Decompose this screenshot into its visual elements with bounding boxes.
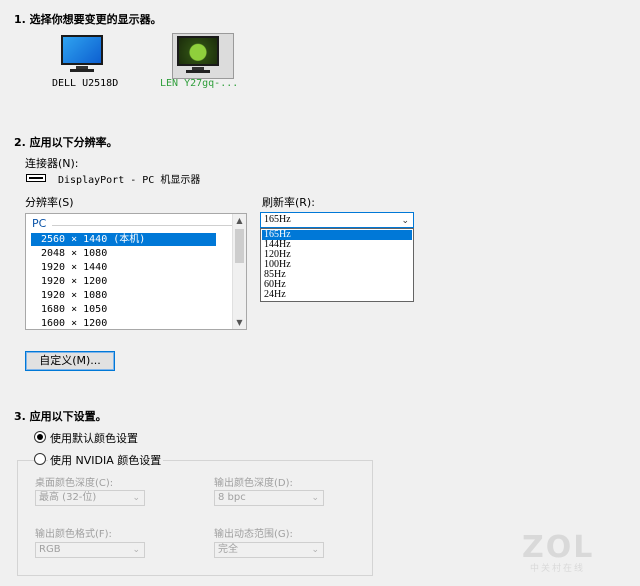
dynamic-range-value: 完全: [218, 544, 238, 555]
output-format-value: RGB: [39, 544, 61, 555]
refresh-option[interactable]: 24Hz: [262, 290, 412, 300]
resolution-item[interactable]: 2048 × 1080: [31, 247, 216, 260]
scroll-up-icon[interactable]: ▲: [233, 214, 246, 227]
monitor-icon: [177, 36, 219, 66]
monitor-dell[interactable]: [57, 33, 119, 79]
resolution-scrollbar[interactable]: ▲ ▼: [232, 214, 246, 329]
scroll-down-icon[interactable]: ▼: [233, 316, 246, 329]
refresh-rate-select[interactable]: 165Hz ⌄: [260, 212, 414, 228]
output-format-label: 输出颜色格式(F):: [35, 529, 112, 540]
watermark-subtitle: 中关村在线: [530, 564, 586, 574]
desktop-depth-value: 最高 (32-位): [39, 492, 97, 503]
custom-button[interactable]: 自定义(M)...: [25, 351, 115, 371]
chevron-down-icon: ⌄: [401, 215, 409, 225]
output-format-select[interactable]: RGB ⌄: [35, 542, 145, 558]
radio-nvidia-label: 使用 NVIDIA 颜色设置: [48, 452, 164, 468]
output-depth-select[interactable]: 8 bpc ⌄: [214, 490, 324, 506]
displayport-icon: [26, 174, 46, 182]
resolution-item[interactable]: 1920 × 1080: [31, 289, 216, 302]
dynamic-range-label: 输出动态范围(G):: [214, 529, 293, 540]
step2-heading: 2. 应用以下分辨率。: [14, 136, 118, 149]
dynamic-range-select[interactable]: 完全 ⌄: [214, 542, 324, 558]
scroll-thumb[interactable]: [235, 229, 244, 263]
resolution-group-label: PC: [32, 217, 47, 230]
resolution-item[interactable]: 1920 × 1200: [31, 275, 216, 288]
resolution-item[interactable]: 1680 × 1050: [31, 303, 216, 316]
zol-watermark: ZOL 中关村在线: [522, 533, 594, 575]
refresh-rate-dropdown[interactable]: 165Hz 144Hz 120Hz 100Hz 85Hz 60Hz 24Hz: [260, 228, 414, 302]
resolution-listbox[interactable]: PC 2560 × 1440 (本机) 2048 × 1080 1920 × 1…: [25, 213, 247, 330]
resolution-item[interactable]: 1920 × 1440: [31, 261, 216, 274]
watermark-logo: ZOL: [522, 530, 595, 565]
monitor-icon: [61, 35, 103, 65]
group-divider: [52, 225, 232, 226]
radio-default-label: 使用默认颜色设置: [50, 432, 138, 445]
connector-label: 连接器(N):: [25, 157, 79, 170]
radio-nvidia-color[interactable]: [34, 453, 46, 465]
resolution-label: 分辨率(S): [25, 196, 74, 209]
chevron-down-icon: ⌄: [132, 493, 140, 503]
monitor-dell-label: DELL U2518D: [52, 78, 119, 89]
monitor-len[interactable]: [172, 33, 234, 79]
chevron-down-icon: ⌄: [311, 493, 319, 503]
output-depth-value: 8 bpc: [218, 492, 246, 503]
connector-value: DisplayPort - PC 机显示器: [58, 175, 201, 186]
refresh-rate-label: 刷新率(R):: [262, 196, 315, 209]
resolution-item[interactable]: 2560 × 1440 (本机): [31, 233, 216, 246]
output-depth-label: 输出颜色深度(D):: [214, 478, 293, 489]
step3-heading: 3. 应用以下设置。: [14, 410, 107, 423]
desktop-depth-label: 桌面颜色深度(C):: [35, 478, 114, 489]
chevron-down-icon: ⌄: [311, 545, 319, 555]
refresh-rate-value: 165Hz: [264, 214, 291, 225]
resolution-item[interactable]: 1600 × 1200: [31, 317, 216, 330]
radio-default-color[interactable]: [34, 431, 46, 443]
chevron-down-icon: ⌄: [132, 545, 140, 555]
monitor-len-label: LEN Y27gq-...: [160, 78, 239, 89]
desktop-depth-select[interactable]: 最高 (32-位) ⌄: [35, 490, 145, 506]
step1-heading: 1. 选择你想要变更的显示器。: [14, 13, 162, 26]
